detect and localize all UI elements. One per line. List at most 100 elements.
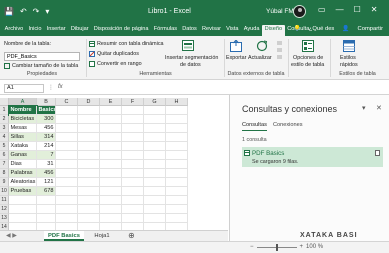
- tab-diseno[interactable]: Diseño: [262, 25, 285, 36]
- table-cell[interactable]: 300: [37, 115, 56, 124]
- cell[interactable]: [56, 124, 78, 133]
- cell[interactable]: [78, 133, 100, 142]
- row-header-12[interactable]: 12: [0, 205, 9, 214]
- cell[interactable]: [78, 196, 100, 205]
- maximize-icon[interactable]: ☐: [354, 5, 361, 14]
- cell[interactable]: [78, 106, 100, 115]
- pivot-summary-button[interactable]: Resumir con tabla dinámica: [97, 41, 164, 47]
- share-button[interactable]: Compartir: [358, 26, 383, 32]
- table-cell[interactable]: 121: [37, 178, 56, 187]
- tell-me-box[interactable]: ¿Qué des: [309, 26, 334, 32]
- column-header-c[interactable]: C: [56, 98, 78, 106]
- cell[interactable]: [144, 142, 166, 151]
- row-header-14[interactable]: 14: [0, 223, 9, 230]
- column-header-h[interactable]: H: [166, 98, 188, 106]
- cell[interactable]: [100, 214, 122, 223]
- tab-vista[interactable]: Vista: [224, 25, 242, 36]
- table-cell[interactable]: 456: [37, 169, 56, 178]
- cell[interactable]: [78, 214, 100, 223]
- cell[interactable]: [56, 205, 78, 214]
- cell[interactable]: [144, 196, 166, 205]
- cell[interactable]: [122, 133, 144, 142]
- export-button[interactable]: Exportar: [226, 55, 246, 61]
- cell[interactable]: [78, 169, 100, 178]
- cell[interactable]: [144, 133, 166, 142]
- zoom-level[interactable]: 100 %: [306, 244, 323, 250]
- table-cell[interactable]: Pruebas: [9, 187, 37, 196]
- refresh-button[interactable]: Actualizar: [248, 55, 272, 61]
- convert-to-range-button[interactable]: Convertir en rango: [97, 61, 142, 67]
- cell[interactable]: [144, 223, 166, 230]
- table-cell[interactable]: 314: [37, 133, 56, 142]
- cell[interactable]: [56, 187, 78, 196]
- lightbulb-icon[interactable]: 💡: [294, 26, 301, 32]
- cell[interactable]: [122, 151, 144, 160]
- cell[interactable]: [37, 196, 56, 205]
- cell[interactable]: [166, 151, 188, 160]
- cell[interactable]: [78, 142, 100, 151]
- insert-slicer-button[interactable]: Insertar segmentación: [165, 55, 218, 61]
- person-plus-icon[interactable]: 👤: [342, 26, 349, 32]
- column-header-e[interactable]: E: [100, 98, 122, 106]
- table-cell[interactable]: Ganas: [9, 151, 37, 160]
- cell[interactable]: [144, 205, 166, 214]
- cell[interactable]: [144, 115, 166, 124]
- cell[interactable]: [56, 151, 78, 160]
- close-icon[interactable]: ✕: [371, 5, 378, 14]
- cell[interactable]: [144, 187, 166, 196]
- function-icon[interactable]: fx: [58, 84, 63, 90]
- query-refresh-icon[interactable]: [375, 150, 380, 156]
- cell[interactable]: [144, 106, 166, 115]
- cell[interactable]: [78, 205, 100, 214]
- row-header-7[interactable]: 7: [0, 160, 9, 169]
- tab-inicio[interactable]: Inicio: [26, 25, 44, 36]
- resize-table-button[interactable]: Cambiar tamaño de la tabla: [12, 63, 78, 69]
- table-cell[interactable]: 678: [37, 187, 56, 196]
- cell[interactable]: [166, 187, 188, 196]
- cell[interactable]: [37, 214, 56, 223]
- tab-revisar[interactable]: Revisar: [199, 25, 223, 36]
- cell[interactable]: [37, 223, 56, 230]
- table-name-input[interactable]: [4, 52, 80, 61]
- cell[interactable]: [56, 223, 78, 230]
- redo-icon[interactable]: ↷: [33, 7, 40, 16]
- zoom-out-button[interactable]: −: [250, 244, 254, 250]
- cell[interactable]: [144, 214, 166, 223]
- cell[interactable]: [78, 160, 100, 169]
- cell[interactable]: [100, 169, 122, 178]
- cell[interactable]: [122, 223, 144, 230]
- cell[interactable]: [122, 124, 144, 133]
- table-cell[interactable]: Palabras: [9, 169, 37, 178]
- cell[interactable]: [56, 178, 78, 187]
- cell[interactable]: [144, 160, 166, 169]
- cell[interactable]: [100, 124, 122, 133]
- cell[interactable]: [78, 223, 100, 230]
- table-cell[interactable]: Xataka: [9, 142, 37, 151]
- cell[interactable]: [122, 142, 144, 151]
- cell[interactable]: [100, 133, 122, 142]
- cell[interactable]: [100, 205, 122, 214]
- row-header-13[interactable]: 13: [0, 214, 9, 223]
- cell[interactable]: [166, 214, 188, 223]
- table-cell[interactable]: Dias: [9, 160, 37, 169]
- table-header-cell[interactable]: Basics: [37, 106, 56, 115]
- select-all-corner[interactable]: [0, 98, 9, 106]
- cell[interactable]: [56, 196, 78, 205]
- cell[interactable]: [78, 178, 100, 187]
- cell[interactable]: [56, 160, 78, 169]
- cell[interactable]: [122, 187, 144, 196]
- column-header-f[interactable]: F: [122, 98, 144, 106]
- cell[interactable]: [100, 196, 122, 205]
- row-header-1[interactable]: 1: [0, 106, 9, 115]
- column-header-g[interactable]: G: [144, 98, 166, 106]
- row-header-5[interactable]: 5: [0, 142, 9, 151]
- row-header-11[interactable]: 11: [0, 196, 9, 205]
- cell[interactable]: [166, 142, 188, 151]
- cell[interactable]: [166, 178, 188, 187]
- quick-styles-button[interactable]: Estilos: [340, 55, 356, 61]
- pane-options-icon[interactable]: ▾: [362, 104, 366, 112]
- table-cell[interactable]: 31: [37, 160, 56, 169]
- cell[interactable]: [100, 187, 122, 196]
- sheet-tab-hoja1[interactable]: Hoja1: [88, 231, 116, 241]
- column-header-d[interactable]: D: [78, 98, 100, 106]
